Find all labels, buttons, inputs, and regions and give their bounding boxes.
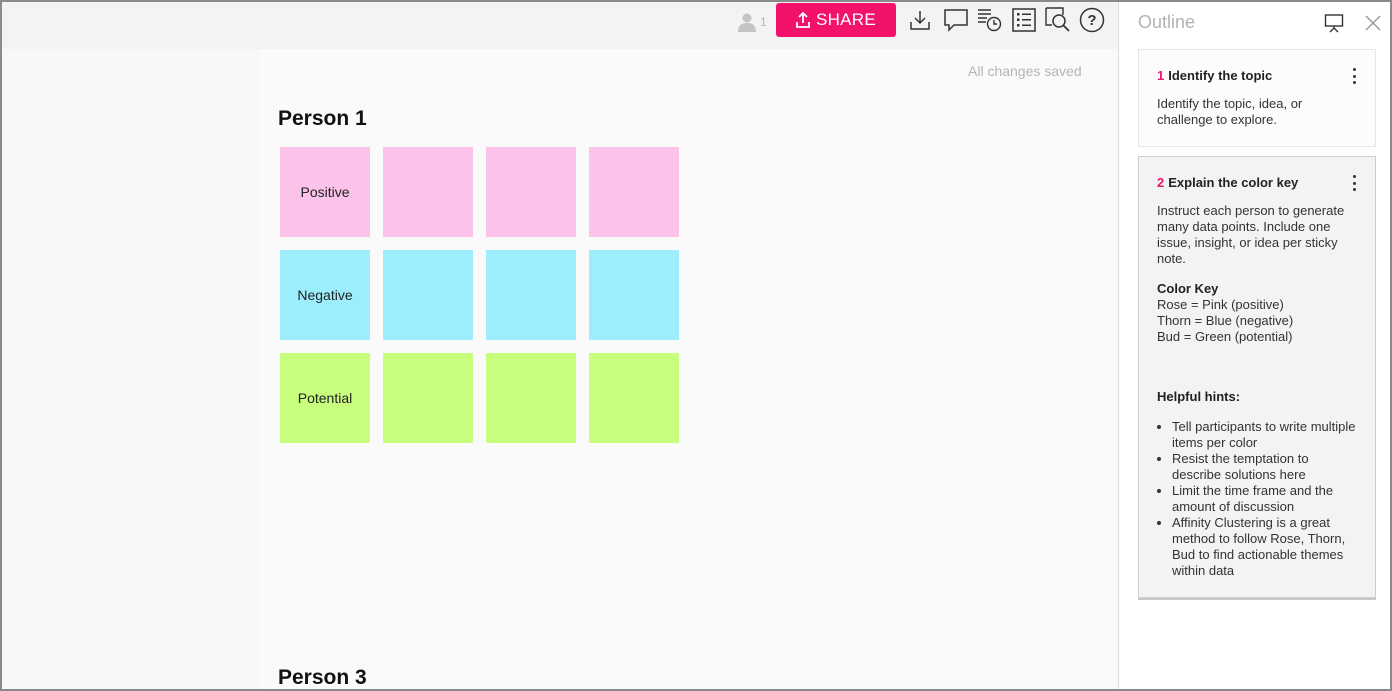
present-icon bbox=[1324, 14, 1344, 33]
user-icon bbox=[738, 13, 756, 32]
board-canvas[interactable] bbox=[2, 2, 1118, 689]
color-key-line: Thorn = Blue (negative) bbox=[1157, 313, 1294, 328]
outline-list-icon bbox=[1012, 8, 1036, 32]
close-icon bbox=[1365, 15, 1381, 31]
svg-text:?: ? bbox=[1087, 12, 1096, 29]
share-button[interactable]: SHARE bbox=[776, 3, 896, 37]
sticky-note[interactable] bbox=[383, 353, 473, 443]
step-description: Identify the topic, idea, or challenge t… bbox=[1157, 96, 1303, 127]
sticky-note[interactable] bbox=[589, 147, 679, 237]
comment-icon bbox=[944, 9, 968, 32]
hints-title: Helpful hints: bbox=[1157, 389, 1241, 404]
help-icon: ? bbox=[1079, 7, 1105, 33]
download-button[interactable] bbox=[907, 7, 933, 33]
sticky-note-label: Positive bbox=[300, 184, 350, 200]
outline-step-1[interactable]: 1 Identify the topic Identify the topic, … bbox=[1138, 49, 1376, 147]
hints-list: Tell participants to write multiple item… bbox=[1157, 419, 1361, 579]
sticky-note-potential[interactable]: Potential bbox=[280, 353, 370, 443]
color-key: Color Key Rose = Pink (positive) Thorn =… bbox=[1157, 281, 1361, 345]
sticky-note[interactable] bbox=[589, 353, 679, 443]
collaborators-indicator[interactable]: 1 bbox=[737, 10, 767, 34]
step-title: 2 Explain the color key bbox=[1157, 175, 1298, 190]
sticky-note[interactable] bbox=[589, 250, 679, 340]
save-status: All changes saved bbox=[968, 63, 1082, 79]
search-icon bbox=[1045, 7, 1070, 32]
sticky-note[interactable] bbox=[383, 147, 473, 237]
step-menu-icon[interactable] bbox=[1351, 175, 1357, 191]
sticky-note[interactable] bbox=[486, 147, 576, 237]
person-1-title: Person 1 bbox=[278, 107, 367, 130]
hint-item: Limit the time frame and the amount of d… bbox=[1172, 483, 1361, 515]
step-title-text: Explain the color key bbox=[1168, 175, 1299, 190]
step-menu-icon[interactable] bbox=[1351, 68, 1357, 84]
sticky-note[interactable] bbox=[486, 353, 576, 443]
outline-button[interactable] bbox=[1011, 7, 1037, 33]
history-button[interactable] bbox=[977, 7, 1003, 33]
share-upload-icon bbox=[796, 12, 810, 28]
sticky-note-positive[interactable]: Positive bbox=[280, 147, 370, 237]
outline-step-2[interactable]: 2 Explain the color key Instruct each per… bbox=[1138, 156, 1376, 598]
search-button[interactable] bbox=[1045, 7, 1071, 33]
sticky-note-label: Negative bbox=[297, 287, 353, 303]
canvas-margin bbox=[2, 49, 260, 689]
color-key-line: Bud = Green (potential) bbox=[1157, 329, 1293, 344]
color-key-line: Rose = Pink (positive) bbox=[1157, 297, 1284, 312]
step-title-text: Identify the topic bbox=[1168, 68, 1273, 83]
comments-button[interactable] bbox=[943, 7, 969, 33]
hint-item: Tell participants to write multiple item… bbox=[1172, 419, 1361, 451]
sticky-note-negative[interactable]: Negative bbox=[280, 250, 370, 340]
share-label: SHARE bbox=[815, 10, 877, 29]
step-number: 1 bbox=[1157, 68, 1165, 83]
close-panel-button[interactable] bbox=[1362, 12, 1384, 34]
download-icon bbox=[910, 11, 930, 30]
sticky-note[interactable] bbox=[486, 250, 576, 340]
step-title: 1 Identify the topic bbox=[1157, 68, 1272, 83]
color-key-title: Color Key bbox=[1157, 281, 1219, 296]
step-number: 2 bbox=[1157, 175, 1165, 190]
present-button[interactable] bbox=[1323, 12, 1345, 34]
outline-title: Outline bbox=[1138, 12, 1196, 32]
history-icon bbox=[978, 9, 1002, 32]
hint-item: Affinity Clustering is a great method to… bbox=[1172, 515, 1361, 579]
step-description: Instruct each person to generate many da… bbox=[1157, 203, 1345, 266]
step-content: Instruct each person to generate many da… bbox=[1157, 203, 1361, 579]
user-count: 1 bbox=[760, 15, 767, 29]
sticky-note[interactable] bbox=[383, 250, 473, 340]
sticky-note-label: Potential bbox=[297, 390, 353, 406]
person-3-title: Person 3 bbox=[278, 666, 367, 689]
hint-item: Resist the temptation to describe soluti… bbox=[1172, 451, 1361, 483]
help-button[interactable]: ? bbox=[1079, 7, 1105, 33]
